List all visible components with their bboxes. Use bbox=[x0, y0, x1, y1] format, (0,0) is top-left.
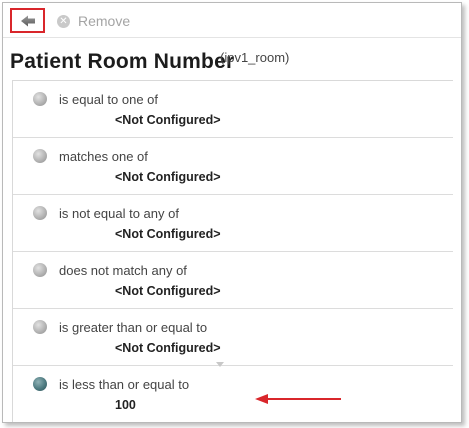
toolbar: ✕ Remove bbox=[3, 3, 461, 38]
operator-label: is greater than or equal to bbox=[59, 320, 208, 335]
operator-label: is equal to one of bbox=[59, 92, 159, 107]
condition-editor-panel: ✕ Remove Patient Room Number (ipv1_room)… bbox=[2, 2, 462, 423]
radio-button[interactable] bbox=[33, 206, 47, 220]
operator-option[interactable]: is equal to one of <Not Configured> bbox=[13, 81, 453, 138]
back-button[interactable] bbox=[10, 8, 45, 33]
radio-button[interactable] bbox=[33, 263, 47, 277]
operator-label: matches one of bbox=[59, 149, 148, 164]
annotation-arrow-icon bbox=[255, 394, 341, 404]
operator-label: does not match any of bbox=[59, 263, 187, 278]
operator-option[interactable]: is not equal to any of <Not Configured> bbox=[13, 195, 453, 252]
operator-option[interactable]: is greater than or equal to <Not Configu… bbox=[13, 309, 453, 367]
radio-button[interactable] bbox=[33, 92, 47, 106]
operator-label: is not equal to any of bbox=[59, 206, 179, 221]
operator-value: <Not Configured> bbox=[115, 341, 221, 355]
back-arrow-icon bbox=[20, 15, 35, 26]
radio-button[interactable] bbox=[33, 320, 47, 334]
field-id: (ipv1_room) bbox=[220, 50, 290, 65]
operator-option-selected[interactable]: is less than or equal to 100 bbox=[13, 366, 453, 422]
remove-label: Remove bbox=[78, 13, 131, 29]
title-row: Patient Room Number (ipv1_room) bbox=[10, 47, 450, 73]
remove-circle-icon: ✕ bbox=[57, 14, 70, 28]
radio-button[interactable] bbox=[33, 149, 47, 163]
operator-label: is less than or equal to bbox=[59, 377, 190, 392]
operator-option[interactable]: does not match any of <Not Configured> bbox=[13, 252, 453, 309]
remove-button[interactable]: ✕ Remove bbox=[57, 12, 130, 30]
operator-option[interactable]: matches one of <Not Configured> bbox=[13, 138, 453, 195]
operator-value: <Not Configured> bbox=[115, 170, 221, 184]
operator-value: <Not Configured> bbox=[115, 284, 221, 298]
operator-value: <Not Configured> bbox=[115, 227, 221, 241]
radio-button-selected[interactable] bbox=[33, 377, 47, 391]
page-title: Patient Room Number bbox=[10, 50, 235, 73]
operator-value: 100 bbox=[115, 398, 136, 412]
operator-value: <Not Configured> bbox=[115, 113, 221, 127]
operator-list: is equal to one of <Not Configured> matc… bbox=[12, 80, 453, 422]
